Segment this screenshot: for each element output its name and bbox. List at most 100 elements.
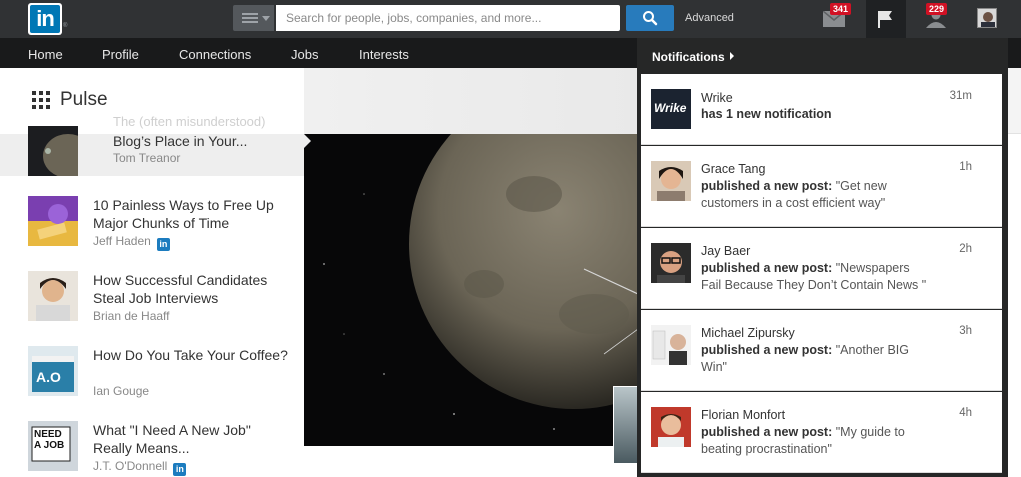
avatar-image [651,325,691,365]
article-title[interactable]: What "I Need A New Job" Really Means... [93,421,288,457]
article-thumbnail-image [28,126,78,176]
linkedin-logo[interactable]: in [28,3,62,35]
article-title[interactable]: Blog’s Place in Your... [113,132,308,150]
article-item[interactable]: A.O How Do You Take Your Coffee? Ian Gou… [28,346,304,406]
moon-image [304,134,638,446]
notification-item[interactable]: Florian Monfort 4h published a new post:… [641,392,1002,473]
notification-body: published a new post: "Newspapers Fail B… [701,260,931,294]
search-category-dropdown[interactable] [233,5,274,31]
notification-item[interactable]: Grace Tang 1h published a new post: "Get… [641,146,1002,227]
article-thumbnail: A.O [28,346,78,396]
caret-right-icon [729,52,734,60]
nav-profile[interactable]: Profile [102,47,139,62]
notification-action: published a new post: [701,179,833,193]
article-item[interactable]: How Successful Candidates Steal Job Inte… [28,271,304,331]
notification-avatar [651,407,691,447]
nav-home[interactable]: Home [28,47,63,62]
article-thumbnail-image [28,271,78,321]
connections-badge: 229 [926,3,948,15]
article-author: J.T. O'Donnell in [93,459,187,476]
notification-time: 3h [959,325,972,337]
notification-time: 2h [959,243,972,255]
user-avatar-image [978,9,996,27]
article-thumbnail [28,126,78,176]
search-input[interactable] [276,5,620,31]
notification-avatar [651,325,691,365]
notification-action: has 1 new notification [701,107,832,121]
notification-time: 1h [959,161,972,173]
article-thumbnail-image: A.O [28,346,78,396]
active-pointer [304,134,311,148]
menu-icon [242,13,258,23]
connections-button[interactable]: 229 [916,0,956,38]
nav-interests[interactable]: Interests [359,47,409,62]
svg-text:A.O: A.O [36,369,61,385]
user-avatar[interactable] [977,8,997,28]
notification-body: published a new post: "Get new customers… [701,178,931,212]
article-author: Jeff Haden in [93,234,170,251]
article-title[interactable]: 10 Painless Ways to Free Up Major Chunks… [93,196,288,232]
hero-image[interactable] [304,134,638,446]
notification-time: 4h [959,407,972,419]
article-thumbnail [28,196,78,246]
nav-jobs[interactable]: Jobs [291,47,318,62]
notification-action: published a new post: [701,425,833,439]
notification-name[interactable]: Florian Monfort [701,408,785,422]
article-thumbnail [28,271,78,321]
notification-name[interactable]: Michael Zipursky [701,326,795,340]
notification-name[interactable]: Jay Baer [701,244,750,258]
linkedin-influencer-badge: in [173,463,187,476]
notification-name[interactable]: Wrike [701,91,733,105]
notification-body: has 1 new notification [701,106,931,123]
wrike-logo: Wrike [654,101,687,115]
faded-article-text: The (often misunderstood) [113,114,266,129]
notification-action: published a new post: [701,343,833,357]
notification-body: published a new post: "Another BIG Win" [701,342,931,376]
top-bar: in ® Advanced 341 229 [0,0,1021,38]
notification-body: published a new post: "My guide to beati… [701,424,931,458]
notification-action: published a new post: [701,261,833,275]
need-a-job-sign: NEED A JOB [34,429,65,451]
linkedin-influencer-badge: in [156,238,170,251]
article-author-name[interactable]: Jeff Haden [93,234,151,248]
flag-icon [878,11,892,28]
registered-mark: ® [63,23,68,29]
pulse-title[interactable]: Pulse [60,89,108,111]
linkedin-logo-text: in [30,5,60,33]
notification-time: 31m [949,90,972,102]
nav-connections[interactable]: Connections [179,47,251,62]
avatar-image [651,407,691,447]
notification-item[interactable]: Michael Zipursky 3h published a new post… [641,310,1002,391]
article-title[interactable]: How Do You Take Your Coffee? [93,346,288,364]
notifications-title: Notifications [652,50,725,64]
notification-item[interactable]: Wrike Wrike 31m has 1 new notification [641,74,1002,145]
avatar-image [651,161,691,201]
hero-top-area [304,68,638,134]
advanced-search-link[interactable]: Advanced [685,12,734,24]
messages-button[interactable]: 341 [820,0,860,38]
notification-item[interactable]: Jay Baer 2h published a new post: "Newsp… [641,228,1002,309]
search-button[interactable] [626,5,674,31]
messages-badge: 341 [830,3,852,15]
article-author[interactable]: Ian Gouge [93,384,149,398]
article-author[interactable]: Tom Treanor [113,151,180,165]
notifications-header[interactable]: Notifications [652,50,734,64]
notification-avatar: Wrike [651,89,691,129]
article-thumbnail: NEED A JOB [28,421,78,471]
notifications-dropdown: Notifications Wrike Wrike 31m has 1 new … [637,38,1008,477]
caret-down-icon [262,16,270,21]
search-icon [643,11,658,26]
avatar-image [651,243,691,283]
article-title[interactable]: How Successful Candidates Steal Job Inte… [93,271,288,307]
article-author[interactable]: Brian de Haaff [93,309,170,323]
notification-name[interactable]: Grace Tang [701,162,765,176]
article-author-name[interactable]: J.T. O'Donnell [93,459,167,473]
article-item[interactable]: Blog’s Place in Your... Tom Treanor [0,126,304,176]
article-item[interactable]: 10 Painless Ways to Free Up Major Chunks… [28,196,304,256]
article-thumbnail-image [28,196,78,246]
notifications-button[interactable] [866,0,906,38]
side-photo [613,386,638,464]
notification-avatar [651,161,691,201]
article-item[interactable]: NEED A JOB What "I Need A New Job" Reall… [28,421,304,477]
grid-icon[interactable] [32,91,50,109]
